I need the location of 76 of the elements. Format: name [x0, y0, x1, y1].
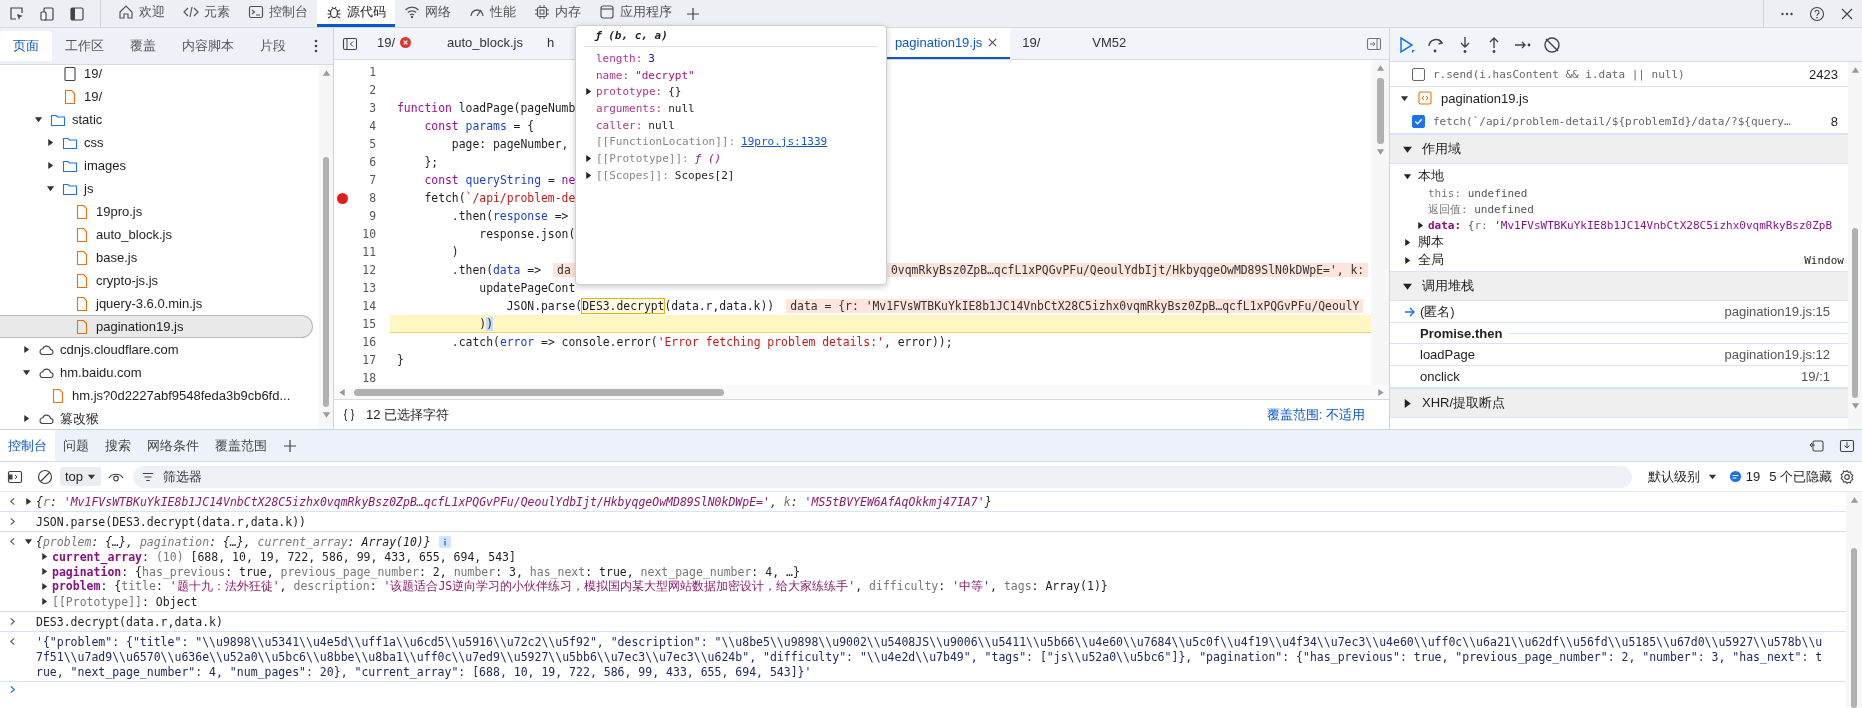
line-number: 8: [1830, 113, 1838, 129]
line-number: 5: [368, 137, 376, 151]
line-number: 12: [361, 263, 376, 277]
code-line: updatePageCont: [478, 281, 576, 295]
console-message: {problem: {…}, pagination: {…}, current_array: Array(10)}: [36, 534, 431, 549]
section-title: 作用域: [1422, 140, 1461, 158]
line-number: 6: [368, 155, 376, 169]
line-number: 9: [368, 209, 376, 223]
property-name: arguments:: [596, 101, 663, 115]
property-name: [[FunctionLocation]]:: [596, 135, 736, 149]
section-title: XHR/提取断点: [1422, 394, 1506, 412]
console-message: rue, "next_page_number": 4, "num_pages": 20}, "current_array": [688, 10, 19, 722, 586, 99, 433, 655, 694, 543]}': [36, 664, 812, 679]
property-name: [[Scopes]]:: [596, 168, 669, 182]
code-line: .then(response =>: [450, 209, 569, 223]
line-number: 10: [361, 227, 376, 241]
line-number: 3: [368, 101, 376, 115]
line-number: 13: [361, 281, 376, 295]
scope-value: Window: [1804, 253, 1844, 267]
code-line: .catch(error => console.error('Error fetching problem details:', error));: [450, 335, 953, 349]
property-value: 3: [648, 51, 655, 65]
scope-variable: 返回值: undefined: [1428, 201, 1534, 217]
property-name: length:: [596, 51, 643, 65]
section-title: 调用堆栈: [1422, 277, 1474, 295]
selection-status: 12 已选择字符: [366, 405, 450, 424]
property-name: caller:: [596, 118, 643, 132]
inline-value: da: [553, 263, 575, 277]
code-line: }: [397, 353, 404, 367]
object-property: pagination: {has_previous: true, previous_page_number: 2, number: 3, has_next: true, next_page_number: 4, …}: [52, 564, 800, 579]
code-line: const params = {: [423, 119, 535, 133]
scope-variable: this: undefined: [1428, 186, 1528, 200]
code-line: fetch(`/api/problem-de: [423, 191, 576, 205]
line-number: 15: [361, 317, 376, 331]
code-line: const queryString = ne: [423, 173, 576, 187]
property-value: Scopes[2]: [674, 168, 735, 182]
line-number: 2423: [1809, 66, 1838, 82]
line-number: 7: [368, 173, 376, 187]
object-property: [[Prototype]]: Object: [52, 594, 198, 609]
code-line: function loadPage(pageNumb: [397, 101, 576, 115]
property-name: [[Prototype]]:: [596, 151, 689, 165]
property-name: prototype:: [596, 85, 663, 99]
line-number: 16: [361, 335, 376, 349]
line-number: 8: [368, 191, 376, 205]
breakpoint-code: fetch(`/api/problem-detail/${problemId}/data/?${query…: [1433, 114, 1792, 128]
console-message: {r: 'Mv1FVsWTBKuYkIE8b1JC14VnbCtX28C5izhx0vqmRkyBsz0ZpB…qcfL1xPQGvPFu/QeoulYdbIjt/HkbyqgeOwMD89SlN0kDWpE=', k: 'MS5tBVYEW6AfAqOkkmj47IA7'}: [36, 494, 992, 509]
scope-variable: data: {r: 'Mv1FVsWTBKuYkIE8b1JC14VnbCtX28C5izhx0vqmRkyBsz0ZpB: [1428, 218, 1832, 232]
property-value: "decrypt": [635, 68, 695, 82]
code-line: response.json(: [478, 227, 576, 241]
property-value: ƒ (): [694, 151, 722, 165]
line-number: 11: [361, 245, 376, 259]
inline-value: 0vqmRkyBsz0ZpB…qcfL1xPQGvPFu/QeoulYdbIjt/HkbyqgeOwMD89SlN0kDWpE=', k:: [887, 263, 1369, 277]
object-property: problem: {title: '题十九：法外狂徒', description: '该题适合JS逆向学习的小伙伴练习，模拟国内某大型网站数据加密设计，给大家练练手', difficulty: '中等', tags: Array(1)}: [52, 579, 1108, 594]
code-line: .then(data =>: [450, 263, 542, 277]
line-number: 1: [368, 65, 376, 79]
code-line: page: pageNumber,: [450, 137, 569, 151]
line-number: 18: [361, 371, 376, 385]
code-line: )): [478, 317, 493, 331]
code-line: ): [450, 245, 459, 259]
line-number: 14: [361, 299, 376, 313]
inline-value: data = {r: 'Mv1FVsWTBKuYkIE8b1JC14VnbCtX28C5izhx0vqmRkyBsz0ZpB…qcfL1xPQGvPFu/QeoulY: [786, 299, 1364, 313]
line-number: 4: [368, 119, 376, 133]
async-separator: Promise.then: [1420, 325, 1503, 341]
code-line: };: [423, 155, 439, 169]
console-message: '{"problem": {"title": "\\u9898\\u5341\\u4e5d\\uff1a\\u6cd5\\u5916\\u72c2\\u5f92", "description": "\\u8be5\\u9898\\u9002\\u5408JS\\u9006\\u5411\\u5b66\\u4e60\\u7684\\u5c0f\\u4f19\\u4f34\\u7ec3\\u4e60\\uff0c\\u6a21\\u62df\\u56fd\\u5185\\u67d0\\u5927\\u578b\\u: [36, 634, 1823, 649]
property-value: {}: [668, 85, 682, 99]
property-value: null: [668, 101, 695, 115]
line-number: 2: [368, 83, 376, 97]
function-signature: ƒ (b, c, a): [584, 29, 878, 47]
console-message: JSON.parse(DES3.decrypt(data.r,data.k)): [36, 514, 307, 529]
console-message: 7f51\\u7ad9\\u6570\\u636e\\u52a0\\u5bc6\\u8bbe\\u8ba1\\uff0c\\u7ed9\\u5927\\u5bb6\\u7ec3\\u7ec3\\u624b", "difficulty": "\\u4e2d\\u7b49", "tags": ["js\\u52a0\\u5bc6"]}, "pagination": {"has_previous": true, "previous_page_number": 2, "number": 3, "has_next": t: [36, 649, 1823, 664]
hidden-count: 5 个已隐藏: [1769, 467, 1832, 486]
property-name: name:: [596, 68, 630, 82]
breakpoint-code: r.send(i.hasContent && i.data || null): [1433, 67, 1686, 81]
line-number: 17: [361, 353, 376, 367]
property-value: null: [648, 118, 675, 132]
object-property: current_array: (10) [688, 10, 19, 722, 586, 99, 433, 655, 694, 543]: [52, 549, 516, 564]
console-message: DES3.decrypt(data.r,data.k): [36, 614, 223, 629]
